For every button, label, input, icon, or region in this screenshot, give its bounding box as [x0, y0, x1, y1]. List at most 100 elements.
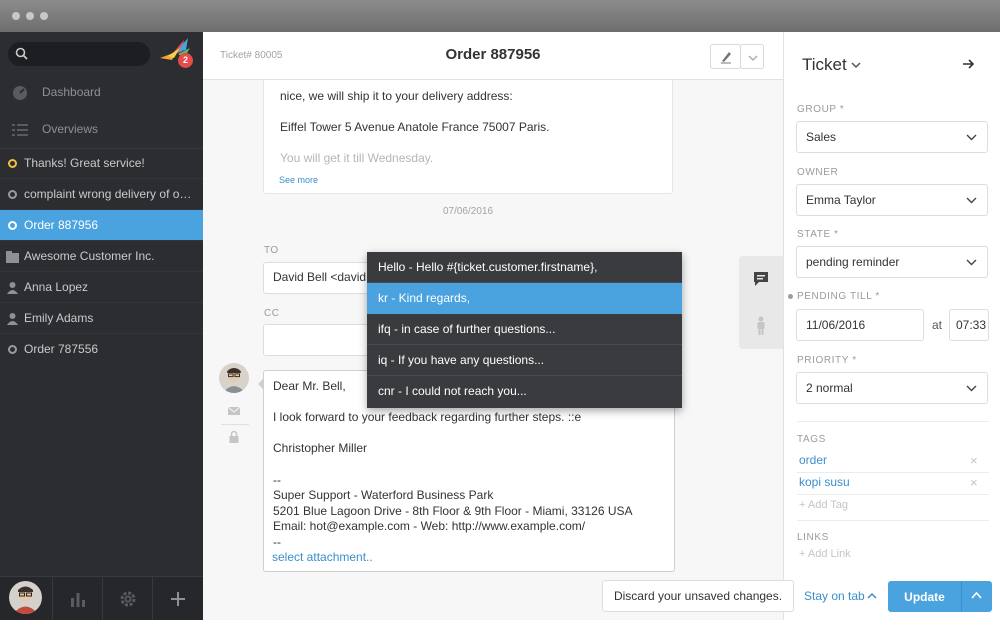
- to-label: TO: [264, 245, 279, 256]
- discard-changes-button[interactable]: Discard your unsaved changes.: [602, 580, 794, 612]
- nav-dashboard[interactable]: Dashboard: [0, 77, 203, 108]
- group-label: GROUP *: [797, 104, 845, 115]
- sidebar-task-organization[interactable]: Awesome Customer Inc.: [0, 241, 203, 272]
- add-tag-link[interactable]: + Add Tag: [799, 499, 848, 511]
- chevron-down-icon: [966, 259, 977, 266]
- chevron-down-icon: [966, 197, 977, 204]
- tag-divider: [797, 472, 989, 473]
- task-label: complaint wrong delivery of order: [24, 187, 201, 201]
- text-module-option[interactable]: Hello - Hello #{ticket.customer.firstnam…: [367, 252, 682, 283]
- chevron-up-icon[interactable]: [971, 591, 982, 599]
- text-module-option[interactable]: iq - If you have any questions...: [367, 345, 682, 376]
- author-avatar: [219, 363, 249, 393]
- group-select[interactable]: Sales: [796, 121, 988, 153]
- remove-tag-icon[interactable]: ×: [970, 453, 978, 468]
- ticket-tab[interactable]: [739, 256, 783, 302]
- tag-item[interactable]: order: [799, 453, 827, 467]
- avatar-image-icon: [13, 586, 38, 614]
- stay-on-tab-link[interactable]: Stay on tab: [804, 589, 865, 603]
- update-button[interactable]: Update: [888, 581, 992, 612]
- person-icon: [757, 316, 765, 335]
- nav-overviews[interactable]: Overviews: [0, 114, 203, 145]
- chevron-up-icon[interactable]: [867, 592, 877, 599]
- reports-button[interactable]: [52, 577, 102, 620]
- panel-title[interactable]: Ticket: [802, 55, 847, 75]
- text-module-option[interactable]: cnr - I could not reach you...: [367, 376, 682, 407]
- ticket-sidebar-panel: Ticket GROUP * Sales OWNER Emma Taylor S…: [783, 32, 1000, 620]
- sidebar-tabs: [739, 256, 783, 349]
- speech-bubble-icon: [754, 272, 768, 286]
- email-icon[interactable]: [227, 404, 241, 418]
- tag-item[interactable]: kopi susu: [799, 475, 850, 489]
- pencil-icon: [721, 52, 731, 64]
- sidebar-task-emily-adams[interactable]: Emily Adams: [0, 303, 203, 334]
- sidebar-bottom-bar: [0, 576, 203, 620]
- task-status-indicator: [8, 221, 17, 230]
- task-label: Order 787556: [24, 342, 99, 356]
- ticket-header: Ticket# 80005 Order 887956: [203, 32, 783, 80]
- signature-line: 5201 Blue Lagoon Drive - 8th Floor & 9th…: [273, 503, 633, 518]
- task-label: Awesome Customer Inc.: [24, 249, 155, 263]
- text-module-option[interactable]: kr - Kind regards,: [367, 283, 682, 314]
- pending-indicator-dot: [788, 294, 793, 299]
- search-input[interactable]: [8, 42, 150, 66]
- gear-icon: [120, 591, 136, 607]
- window-minimize-dot[interactable]: [26, 12, 34, 20]
- window-close-dot[interactable]: [12, 12, 20, 20]
- chevron-down-icon: [966, 385, 977, 392]
- user-icon: [7, 313, 18, 325]
- arrow-right-icon[interactable]: [962, 58, 975, 70]
- window-titlebar: [0, 0, 1000, 32]
- sidebar-task-thanks[interactable]: Thanks! Great service!: [0, 148, 203, 179]
- sidebar-task-complaint[interactable]: complaint wrong delivery of order: [0, 179, 203, 210]
- pending-time-input[interactable]: 07:33: [949, 309, 989, 341]
- sidebar-task-order-887956[interactable]: Order 887956: [0, 210, 203, 241]
- notification-badge: 2: [178, 53, 193, 68]
- edit-button[interactable]: [710, 44, 741, 69]
- ticket-title[interactable]: Order 887956: [203, 46, 783, 63]
- signature-line: Super Support - Waterford Business Park: [273, 488, 494, 503]
- signature-line: --: [273, 472, 281, 487]
- chevron-down-icon[interactable]: [851, 62, 861, 69]
- select-attachment-link[interactable]: select attachment..: [272, 550, 373, 566]
- tags-label: TAGS: [797, 434, 826, 445]
- lock-icon[interactable]: [227, 430, 241, 444]
- plus-icon: [171, 592, 185, 606]
- pending-till-label: PENDING TILL *: [797, 291, 880, 302]
- owner-label: OWNER: [797, 167, 839, 178]
- avatar-image-icon: [222, 368, 246, 393]
- create-new-button[interactable]: [152, 577, 202, 620]
- search-icon: [15, 47, 28, 60]
- see-more-link[interactable]: See more: [279, 172, 318, 188]
- customer-tab[interactable]: [739, 303, 783, 349]
- settings-button[interactable]: [102, 577, 152, 620]
- text-module-option[interactable]: ifq - in case of further questions...: [367, 314, 682, 345]
- priority-label: PRIORITY *: [797, 355, 857, 366]
- pending-at-label: at: [932, 318, 943, 332]
- chevron-down-icon: [966, 134, 977, 141]
- sidebar-task-anna-lopez[interactable]: Anna Lopez: [0, 272, 203, 303]
- organization-icon: [6, 251, 19, 263]
- state-label: STATE *: [797, 229, 839, 240]
- nav-overviews-label: Overviews: [42, 122, 99, 136]
- state-value: pending reminder: [806, 255, 900, 269]
- owner-value: Emma Taylor: [806, 193, 876, 207]
- article-content: nice, we will ship it to your delivery a…: [263, 80, 673, 194]
- owner-select[interactable]: Emma Taylor: [796, 184, 988, 216]
- priority-select[interactable]: 2 normal: [796, 372, 988, 404]
- update-button-divider: [961, 581, 962, 612]
- pending-date-input[interactable]: 11/06/2016: [796, 309, 924, 341]
- channel-divider: [221, 424, 249, 425]
- sidebar-task-order-787556[interactable]: Order 787556: [0, 334, 203, 365]
- remove-tag-icon[interactable]: ×: [970, 475, 978, 490]
- actions-dropdown-button[interactable]: [740, 44, 764, 69]
- task-status-indicator: [8, 190, 17, 199]
- chevron-down-icon: [748, 55, 758, 61]
- current-user-avatar[interactable]: [9, 581, 42, 614]
- window-zoom-dot[interactable]: [40, 12, 48, 20]
- state-select[interactable]: pending reminder: [796, 246, 988, 278]
- task-label: Emily Adams: [24, 311, 94, 325]
- add-link-link[interactable]: + Add Link: [799, 548, 851, 560]
- priority-value: 2 normal: [806, 381, 853, 395]
- article-line: nice, we will ship it to your delivery a…: [280, 89, 513, 103]
